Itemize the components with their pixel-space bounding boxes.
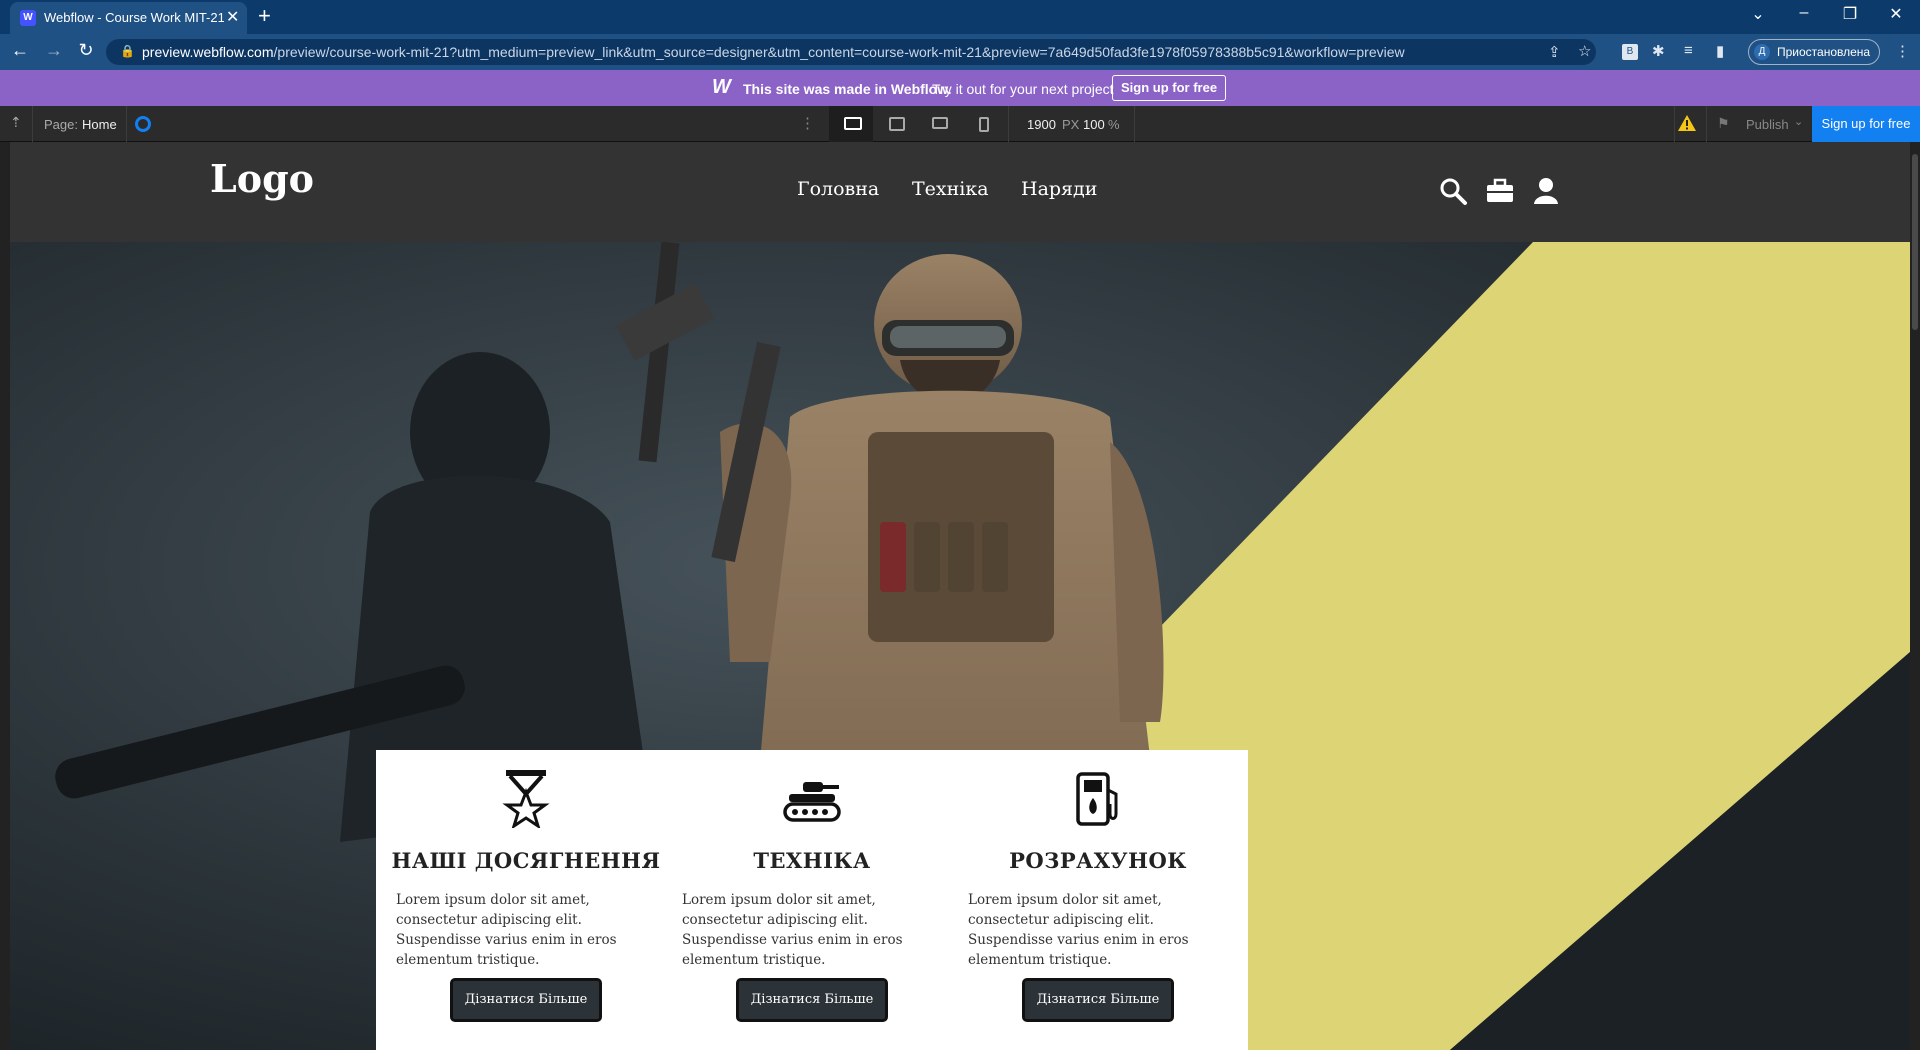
extension-b-icon[interactable]: B bbox=[1622, 44, 1638, 60]
breakpoint-mobile[interactable] bbox=[962, 106, 1006, 142]
learn-more-button[interactable]: Дізнатися Більше bbox=[1022, 978, 1174, 1022]
tab-search-chevron-icon[interactable]: ⌄ bbox=[1738, 4, 1778, 24]
site-navbar: Logo Головна Техніка Наряди bbox=[10, 142, 1910, 242]
restore-icon[interactable]: ❐ bbox=[1830, 4, 1870, 24]
feature-card-equipment: ТЕХНІКА Lorem ipsum dolor sit amet, cons… bbox=[662, 750, 962, 1050]
reload-icon[interactable]: ↻ bbox=[74, 40, 98, 61]
nav-link-outfits[interactable]: Наряди bbox=[1021, 178, 1097, 200]
more-options-icon[interactable]: ⋮ bbox=[800, 114, 815, 132]
lock-icon: 🔒 bbox=[120, 44, 135, 58]
back-icon[interactable]: ← bbox=[8, 40, 32, 61]
forward-icon[interactable]: → bbox=[42, 40, 66, 61]
medal-star-icon bbox=[502, 770, 550, 828]
webflow-banner: W This site was made in Webflow. Try it … bbox=[0, 70, 1920, 106]
url-host: preview.webflow.com bbox=[142, 44, 274, 60]
learn-more-button[interactable]: Дізнатися Більше bbox=[450, 978, 602, 1022]
webflow-logo-icon: W bbox=[712, 76, 731, 98]
profile-avatar: Д bbox=[1754, 44, 1770, 60]
card-title: НАШІ ДОСЯГНЕННЯ bbox=[391, 848, 661, 873]
page-prefix: Page: bbox=[44, 117, 78, 132]
tablet-landscape-icon bbox=[932, 117, 948, 129]
search-icon[interactable] bbox=[1438, 176, 1468, 206]
browser-menu-icon[interactable]: ⋮ bbox=[1895, 42, 1910, 60]
scrollbar-thumb[interactable] bbox=[1912, 154, 1918, 330]
designer-signup-button[interactable]: Sign up for free bbox=[1812, 106, 1920, 142]
tank-icon bbox=[783, 782, 841, 822]
webflow-favicon-icon: W bbox=[20, 10, 36, 26]
extensions-puzzle-icon[interactable]: ✱ bbox=[1652, 42, 1665, 60]
zoom-unit: % bbox=[1108, 117, 1120, 132]
briefcase-icon[interactable] bbox=[1485, 176, 1515, 206]
address-bar[interactable]: 🔒 preview.webflow.com/preview/course-wor… bbox=[106, 39, 1596, 65]
minimize-icon[interactable]: – bbox=[1784, 4, 1824, 22]
publish-rocket-icon: ⚑ bbox=[1717, 115, 1730, 131]
site-logo[interactable]: Logo bbox=[210, 156, 314, 201]
browser-tab[interactable]: W Webflow - Course Work MIT-21 ✕ bbox=[10, 2, 247, 34]
tab-title: Webflow - Course Work MIT-21 bbox=[44, 10, 224, 25]
export-icon[interactable]: ⇡ bbox=[10, 114, 22, 131]
share-icon[interactable]: ⇪ bbox=[1548, 43, 1561, 61]
warning-icon[interactable] bbox=[1677, 114, 1697, 132]
browser-tab-strip: W Webflow - Course Work MIT-21 ✕ + ⌄ – ❐… bbox=[0, 0, 1920, 34]
feature-card-achievements: НАШІ ДОСЯГНЕННЯ Lorem ipsum dolor sit am… bbox=[376, 750, 676, 1050]
nav-link-equipment[interactable]: Техніка bbox=[912, 178, 989, 200]
mobile-icon bbox=[979, 117, 989, 132]
learn-more-button[interactable]: Дізнатися Більше bbox=[736, 978, 888, 1022]
side-panel-icon[interactable]: ▮ bbox=[1716, 42, 1724, 60]
preview-eye-icon[interactable] bbox=[135, 116, 151, 132]
banner-made-text: This site was made in Webflow. bbox=[743, 81, 952, 97]
designer-toolbar: ⇡ Page: Home ⋮ 1900 PX 100 % ⚑ Publish ⌄… bbox=[0, 106, 1920, 142]
browser-toolbar: ← → ↻ 🔒 preview.webflow.com/preview/cour… bbox=[0, 34, 1920, 70]
desktop-star-icon bbox=[844, 117, 862, 130]
publish-chevron-icon[interactable]: ⌄ bbox=[1794, 115, 1803, 128]
profile-button[interactable]: Д Приостановлена bbox=[1748, 39, 1880, 65]
new-tab-icon[interactable]: + bbox=[258, 3, 271, 29]
card-text: Lorem ipsum dolor sit amet, consectetur … bbox=[968, 892, 1189, 968]
fuel-station-icon bbox=[1076, 772, 1118, 826]
breakpoint-tablet[interactable] bbox=[918, 106, 962, 142]
publish-button[interactable]: Publish bbox=[1746, 117, 1789, 132]
page-selector[interactable]: Home bbox=[82, 117, 117, 132]
breakpoint-desktop[interactable] bbox=[874, 106, 918, 142]
zoom-value[interactable]: 100 bbox=[1083, 117, 1105, 132]
tab-close-icon[interactable]: ✕ bbox=[226, 7, 239, 27]
window-close-icon[interactable]: ✕ bbox=[1876, 4, 1916, 24]
reading-list-icon[interactable]: ≡ bbox=[1684, 42, 1693, 59]
banner-signup-button[interactable]: Sign up for free bbox=[1112, 75, 1227, 101]
desktop-icon bbox=[889, 117, 905, 131]
card-title: ТЕХНІКА bbox=[753, 848, 871, 873]
hero-section: НАШІ ДОСЯГНЕННЯ Lorem ipsum dolor sit am… bbox=[10, 242, 1910, 1050]
card-title: РОЗРАХУНОК bbox=[1009, 848, 1187, 873]
bookmark-star-icon[interactable]: ☆ bbox=[1578, 42, 1591, 60]
site-preview: Logo Головна Техніка Наряди НАШІ ДОСЯГНЕ… bbox=[10, 142, 1910, 1050]
card-text: Lorem ipsum dolor sit amet, consectetur … bbox=[396, 892, 617, 968]
feature-card-calculation: РОЗРАХУНОК Lorem ipsum dolor sit amet, c… bbox=[948, 750, 1248, 1050]
user-icon[interactable] bbox=[1531, 176, 1561, 206]
url-text: preview.webflow.com/preview/course-work-… bbox=[142, 44, 1405, 60]
canvas-width-unit: PX bbox=[1062, 117, 1080, 132]
url-path: /preview/course-work-mit-21?utm_medium=p… bbox=[273, 44, 1405, 60]
nav-link-home[interactable]: Головна bbox=[797, 178, 879, 200]
breakpoint-desktop-large[interactable] bbox=[829, 106, 873, 142]
profile-label: Приостановлена bbox=[1777, 45, 1871, 59]
canvas-width-value[interactable]: 1900 bbox=[1027, 117, 1056, 132]
banner-try-text: Try it out for your next project bbox=[932, 81, 1114, 97]
card-text: Lorem ipsum dolor sit amet, consectetur … bbox=[682, 892, 903, 968]
